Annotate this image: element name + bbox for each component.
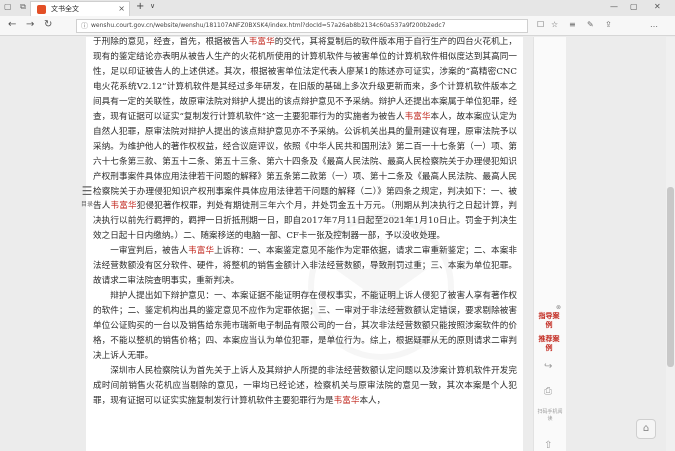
new-tab-button[interactable]: + (136, 1, 144, 12)
share-icon[interactable]: ↪ (544, 361, 552, 372)
text-run: 犯侵犯著作权罪，判处有期徒刑三年六个月，并处罚金五十万元。（刑期从判决执行之日起… (93, 201, 517, 242)
highlighted-name: 韦富华 (333, 395, 360, 406)
document-page: 于刑除的意见，经查，首先，根据被告人韦富华的交代，其将复制后的软件版本用于自行生… (86, 37, 523, 451)
text-run: 本人，故本案应认定为自然人犯罪，原审法院对辩护人提出的该点辩护意见亦不予采纳。公… (93, 111, 517, 212)
text-run: 深圳市人民检察院认为首先关于上诉人及其辩护人所提的非法经营数额认定问题以及涉案计… (93, 365, 517, 406)
highlighted-name: 韦富华 (110, 201, 137, 212)
toc-button[interactable]: ☰ 目录 (78, 185, 96, 208)
text-run: 辩护人提出如下辩护意见：一、本案证据不能证明存在侵权事实，不能证明上诉人侵犯了被… (93, 291, 517, 362)
page-viewport: 于刑除的意见，经查，首先，根据被告人韦富华的交代，其将复制后的软件版本用于自行生… (0, 37, 675, 451)
back-to-top-icon[interactable]: ⇧ (544, 440, 552, 451)
title-bar: ▢ ⧉ 文书全文 × + ∨ — ▢ ✕ (0, 0, 675, 16)
site-info-icon[interactable]: ⓘ (81, 20, 88, 32)
favorite-star-icon[interactable]: ☆ (551, 20, 558, 29)
maximize-button[interactable]: ▢ (630, 2, 638, 11)
address-bar[interactable]: ⓘ wenshu.court.gov.cn/website/wenshu/181… (76, 19, 528, 33)
paragraph: 一审宣判后，被告人韦富华上诉称：一、本案鉴定意见不能作为定罪依据，请求二审重新鉴… (93, 244, 517, 289)
text-run: 一审宣判后，被告人 (110, 246, 189, 257)
toc-label: 目录 (80, 201, 93, 208)
sidebar-close-icon[interactable]: ⊗ (556, 304, 561, 311)
more-menu-icon[interactable]: … (650, 20, 658, 29)
judgment-text: 于刑除的意见，经查，首先，根据被告人韦富华的交代，其将复制后的软件版本用于自行生… (93, 37, 517, 409)
minimize-button[interactable]: — (610, 2, 618, 11)
text-run: 于刑除的意见，经查，首先，根据被告人 (93, 37, 249, 47)
highlighted-name: 韦富华 (188, 246, 215, 257)
tab-menu-chevron-icon[interactable]: ∨ (150, 2, 155, 10)
hub-icon[interactable]: ≡ (569, 20, 576, 29)
recommended-cases-link[interactable]: 推荐案例 (537, 335, 561, 353)
guiding-cases-link[interactable]: 指导案例 (537, 312, 561, 330)
annotate-icon[interactable]: ✎ (587, 20, 594, 29)
right-sidebar: ⊗ 指导案例 推荐案例 ↪ ⎙ 扫码手机阅读 ⇧ (533, 37, 566, 451)
text-run: 本人， (359, 395, 386, 406)
scrollbar-thumb[interactable] (667, 187, 674, 367)
scan-mobile-label[interactable]: 扫码手机阅读 (537, 409, 563, 423)
print-icon[interactable]: ⎙ (544, 386, 552, 397)
tab-close-icon[interactable]: × (118, 2, 125, 16)
tab-actions-icon[interactable]: ▢ ⧉ (4, 2, 29, 12)
back-button[interactable]: ← (8, 19, 16, 30)
list-icon: ☰ (81, 184, 93, 198)
tab-title: 文书全文 (51, 5, 79, 13)
float-home-button[interactable]: ⌂ (636, 419, 656, 439)
navigation-bar: ← → ↻ ⓘ wenshu.court.gov.cn/website/wens… (0, 16, 675, 36)
site-favicon-icon (37, 5, 46, 14)
close-window-button[interactable]: ✕ (654, 2, 661, 11)
tab-document[interactable]: 文书全文 × (30, 1, 130, 16)
share-page-icon[interactable]: ⇪ (605, 20, 612, 29)
paragraph: 深圳市人民检察院认为首先关于上诉人及其辩护人所提的非法经营数额认定问题以及涉案计… (93, 364, 517, 409)
browser-window: ▢ ⧉ 文书全文 × + ∨ — ▢ ✕ ← → ↻ ⓘ wenshu.cour… (0, 0, 675, 451)
reading-view-icon[interactable]: ☐ (537, 20, 544, 29)
url-text: wenshu.court.gov.cn/website/wenshu/18110… (91, 22, 446, 29)
highlighted-name: 韦富华 (404, 111, 431, 122)
forward-button[interactable]: → (26, 19, 34, 30)
highlighted-name: 韦富华 (248, 37, 275, 47)
paragraph: 辩护人提出如下辩护意见：一、本案证据不能证明存在侵权事实，不能证明上诉人侵犯了被… (93, 289, 517, 364)
text-run: 的交代，其将复制后的软件版本用于自行生产的四台火花机上，现有的鉴定结论亦表明从被… (93, 37, 517, 122)
paragraph: 于刑除的意见，经查，首先，根据被告人韦富华的交代，其将复制后的软件版本用于自行生… (93, 37, 517, 244)
reload-button[interactable]: ↻ (44, 19, 52, 30)
